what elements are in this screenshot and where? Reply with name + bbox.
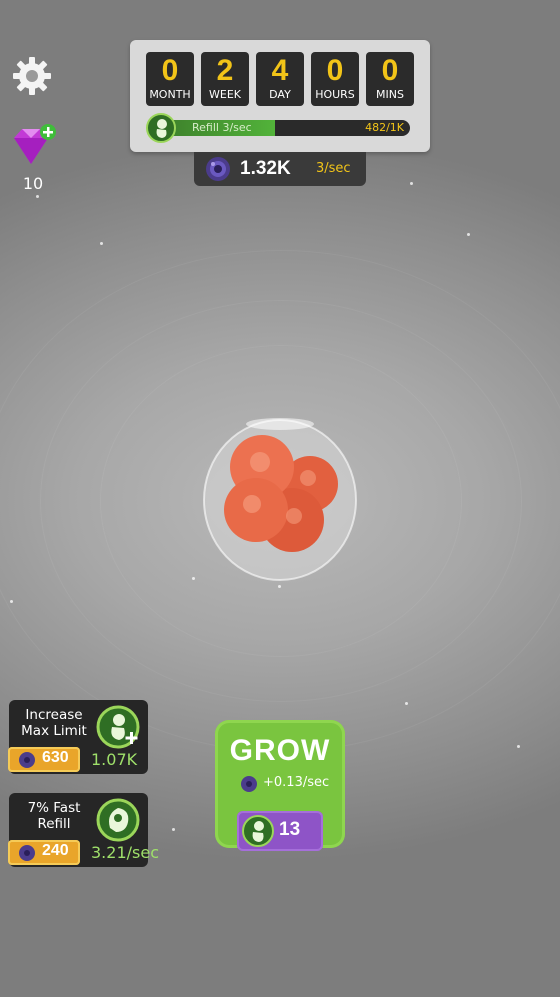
upgrade-title-line: 7% Fast (27, 800, 81, 816)
grow-rate: +0.13/sec (263, 775, 330, 790)
currency-rate: 3/sec (316, 161, 351, 176)
upgrade-card-fast-refill[interactable]: 7% Fast Refill 240 3.21/sec (8, 793, 159, 867)
star-decoration (10, 600, 13, 603)
upgrade-card-max-limit[interactable]: Increase Max Limit 630 1.07K (8, 700, 148, 774)
embryo-egg[interactable] (200, 412, 360, 582)
timer-cell-month: 0 MONTH (146, 52, 194, 106)
grow-label: GROW (229, 734, 331, 767)
settings-button[interactable] (10, 54, 54, 98)
star-decoration (192, 577, 195, 580)
upgrade-cost-button[interactable]: 240 (8, 840, 80, 865)
dna-cell-icon (206, 157, 230, 181)
star-decoration (467, 233, 470, 236)
timer-value: 0 (381, 54, 399, 87)
upgrade-cost: 630 (42, 749, 69, 766)
timer-label: WEEK (209, 88, 241, 101)
currency-display: 1.32K 3/sec (194, 152, 366, 186)
timer-value: 0 (161, 54, 179, 87)
upgrade-value: 1.07K (91, 750, 138, 769)
star-decoration (100, 242, 103, 245)
upgrade-cost-button[interactable]: 630 (8, 747, 80, 772)
timer-panel: 0 MONTH 2 WEEK 4 DAY 0 HOURS 0 MINS Refi… (130, 40, 430, 152)
upgrade-title-line: Increase (25, 707, 83, 723)
timer-value: 0 (326, 54, 344, 87)
star-decoration (36, 195, 39, 198)
gear-icon (13, 57, 51, 95)
timer-label: MINS (376, 88, 404, 101)
embryo-icon (146, 113, 176, 143)
star-decoration (517, 745, 520, 748)
timer-cell-mins: 0 MINS (366, 52, 414, 106)
grow-cost-badge: 13 (237, 811, 323, 851)
currency-amount: 1.32K (240, 158, 291, 179)
timer-cell-week: 2 WEEK (201, 52, 249, 106)
star-decoration (172, 828, 175, 831)
timer-cell-day: 4 DAY (256, 52, 304, 106)
gem-count: 10 (22, 174, 44, 193)
refill-value: 482/1K (365, 121, 404, 134)
upgrade-title: Increase Max Limit (15, 707, 93, 739)
refill-rate-label: Refill 3/sec (192, 121, 252, 134)
upgrade-title-line: Max Limit (21, 723, 87, 739)
star-decoration (410, 182, 413, 185)
timer-value: 2 (216, 54, 234, 87)
dna-cell-icon (19, 845, 35, 861)
upgrade-title-line: Refill (37, 816, 71, 832)
refill-progress-bar: Refill 3/sec 482/1K (146, 113, 410, 143)
dna-cell-icon (19, 752, 35, 768)
gem-icon (14, 124, 56, 164)
timer-cell-hours: 0 HOURS (311, 52, 359, 106)
dna-cell-icon (241, 776, 257, 792)
grow-button[interactable]: GROW +0.13/sec 13 (215, 720, 345, 851)
embryo-icon (242, 815, 274, 847)
star-decoration (278, 585, 281, 588)
upgrade-title: 7% Fast Refill (15, 800, 93, 832)
grow-cost: 13 (279, 819, 301, 840)
timer-label: MONTH (149, 88, 191, 101)
upgrade-cost: 240 (42, 842, 69, 859)
timer-label: DAY (269, 88, 291, 101)
timer-label: HOURS (315, 88, 355, 101)
embryo-plus-icon (96, 705, 140, 749)
timer-value: 4 (271, 54, 289, 87)
fetus-head-icon (96, 798, 140, 842)
star-decoration (405, 702, 408, 705)
upgrade-value: 3.21/sec (91, 843, 159, 862)
gem-counter[interactable]: 10 (8, 124, 58, 193)
